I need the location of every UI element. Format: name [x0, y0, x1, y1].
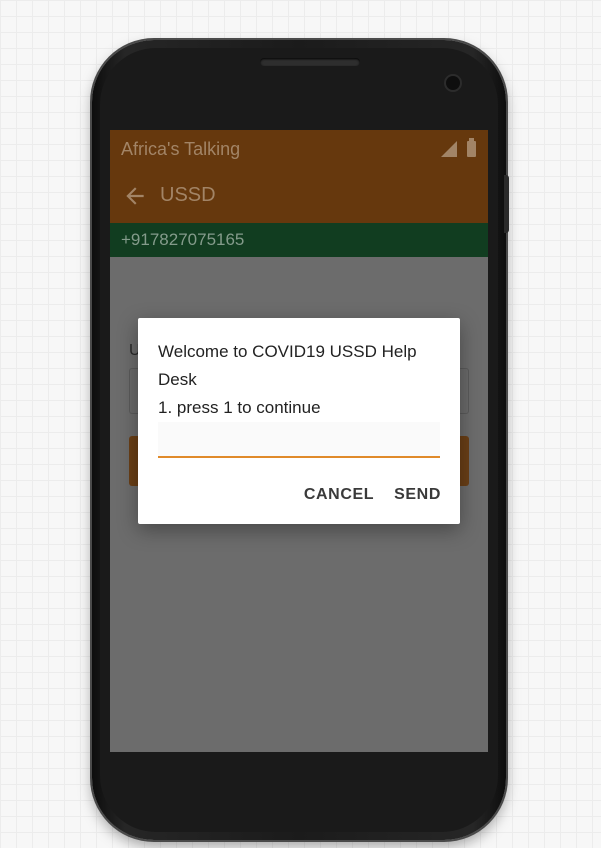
back-arrow-icon[interactable]: [122, 183, 148, 209]
battery-icon: [467, 138, 476, 157]
phone-number-bar: +917827075165: [110, 223, 488, 257]
dialog-actions: CANCEL SEND: [304, 486, 441, 504]
status-bar: Africa's Talking: [110, 130, 488, 168]
app-bar-title: USSD: [160, 184, 216, 206]
dialog-message: Welcome to COVID19 USSD Help Desk 1. pre…: [158, 342, 417, 417]
app-bar: USSD: [110, 168, 488, 223]
send-button[interactable]: SEND: [394, 486, 441, 504]
ussd-dialog: Welcome to COVID19 USSD Help Desk 1. pre…: [138, 318, 460, 524]
ussd-response-input[interactable]: [158, 422, 440, 458]
speaker-grille: [260, 58, 360, 66]
side-button: [504, 175, 509, 233]
phone-number: +917827075165: [121, 230, 245, 249]
front-camera: [446, 76, 460, 90]
status-icons: [441, 138, 476, 157]
signal-icon: [441, 141, 457, 157]
status-bar-title: Africa's Talking: [121, 138, 241, 159]
cancel-button[interactable]: CANCEL: [304, 486, 374, 504]
